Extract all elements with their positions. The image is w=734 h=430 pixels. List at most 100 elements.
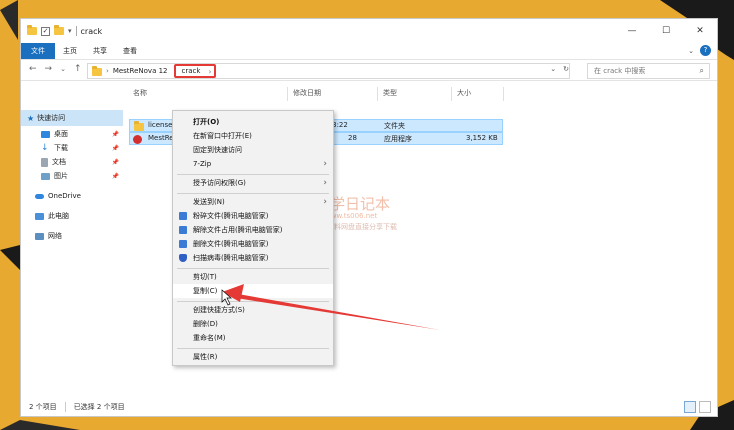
close-button[interactable]: ✕ (683, 19, 717, 43)
menu-item-open[interactable]: 打开(O) (173, 115, 333, 129)
column-divider[interactable] (451, 87, 452, 101)
sidebar-item-label: 快速访问 (37, 114, 66, 122)
sidebar-item-label: 桌面 (54, 130, 68, 138)
column-type[interactable]: 类型 (383, 84, 397, 102)
tab-share[interactable]: 共享 (85, 43, 115, 59)
navigation-buttons: ← → ⌄ ↑ (29, 64, 82, 74)
menu-item-open-new-window[interactable]: 在新窗口中打开(E) (173, 129, 333, 143)
menu-separator (177, 193, 329, 194)
details-view-icon[interactable] (684, 401, 696, 413)
menu-separator (177, 301, 329, 302)
pin-icon[interactable]: 📌 (112, 173, 119, 180)
menu-item-label: 扫描病毒(腾讯电脑管家) (193, 254, 269, 262)
status-divider (64, 402, 66, 412)
menu-item-copy[interactable]: 复制(C) (173, 284, 333, 298)
back-icon[interactable]: ← (29, 64, 37, 74)
folder-icon (134, 121, 144, 131)
title-bar: ✓ ▾ crack — ☐ ✕ (21, 19, 717, 43)
sidebar-item-label: 图片 (54, 172, 68, 180)
menu-item-label: 粉碎文件(腾讯电脑管家) (193, 212, 269, 220)
column-divider[interactable] (287, 87, 288, 101)
menu-item-delete[interactable]: 删除(D) (173, 317, 333, 331)
menu-item-delete-file-guard[interactable]: 删除文件(腾讯电脑管家) (173, 237, 333, 251)
view-toggle (684, 401, 711, 413)
shield-icon (179, 254, 187, 262)
menu-item-create-shortcut[interactable]: 创建快捷方式(S) (173, 303, 333, 317)
window-title: crack (80, 26, 103, 36)
menu-item-scan-virus[interactable]: 扫描病毒(腾讯电脑管家) (173, 251, 333, 265)
folder-icon (27, 25, 37, 35)
sidebar-item-quick-access[interactable]: ★ 快速访问 (21, 110, 123, 126)
customize-toolbar-icon[interactable]: ▾ (68, 27, 72, 35)
menu-item-cut[interactable]: 剪切(T) (173, 270, 333, 284)
maximize-button[interactable]: ☐ (649, 19, 683, 43)
breadcrumb-crack-label: crack (181, 67, 201, 75)
properties-icon[interactable]: ✓ (41, 26, 50, 36)
recent-locations-icon[interactable]: ⌄ (60, 65, 66, 74)
computer-icon (35, 212, 44, 220)
sidebar-item-onedrive[interactable]: OneDrive (21, 188, 81, 204)
minimize-button[interactable]: — (615, 19, 649, 43)
search-placeholder: 在 crack 中搜索 (594, 67, 646, 75)
menu-item-shred-file[interactable]: 粉碎文件(腾讯电脑管家) (173, 209, 333, 223)
quick-access-toolbar: ✓ ▾ (27, 25, 72, 36)
address-dropdown-icon[interactable]: ⌄ (550, 65, 556, 73)
menu-item-pin-quick-access[interactable]: 固定到快速访问 (173, 143, 333, 157)
column-modified[interactable]: 修改日期 (293, 84, 321, 102)
breadcrumb-separator: › (106, 67, 109, 75)
document-icon (41, 157, 48, 167)
search-input[interactable]: 在 crack 中搜索 ⌕ (587, 63, 710, 79)
file-modified: 28 (348, 134, 357, 142)
pin-icon[interactable]: 📌 (112, 145, 119, 152)
star-icon: ★ (27, 113, 35, 123)
breadcrumb-mestrenova[interactable]: MestReNova 12 (113, 67, 168, 75)
large-icons-view-icon[interactable] (699, 401, 711, 413)
menu-item-rename[interactable]: 重命名(M) (173, 331, 333, 345)
selected-count: 已选择 2 个项目 (73, 403, 125, 411)
new-folder-icon[interactable] (54, 25, 64, 35)
column-size[interactable]: 大小 (457, 84, 471, 102)
sidebar-item-network[interactable]: 网络 (21, 228, 62, 244)
file-type: 应用程序 (384, 135, 412, 143)
sidebar-item-label: 文档 (52, 158, 66, 166)
menu-separator (177, 348, 329, 349)
menu-item-give-access[interactable]: 授予访问权限(G) › (173, 176, 333, 190)
column-name[interactable]: 名称 (133, 84, 147, 102)
column-divider[interactable] (377, 87, 378, 101)
submenu-arrow-icon: › (323, 159, 327, 169)
up-icon[interactable]: ↑ (74, 64, 82, 74)
navigation-pane: ★ 快速访问 桌面 📌 ↓ 下载 📌 文档 📌 图片 📌 OneDrive 此电… (21, 81, 123, 401)
tab-file[interactable]: 文件 (21, 43, 55, 59)
address-folder-icon (92, 66, 102, 76)
menu-item-label: 授予访问权限(G) (193, 179, 246, 187)
forward-icon[interactable]: → (45, 64, 53, 74)
refresh-icon[interactable]: ↻ (563, 65, 569, 73)
address-input[interactable]: › MestReNova 12 crack › (87, 63, 570, 79)
item-count: 2 个项目 (29, 403, 57, 411)
breadcrumb-crack-separator: › (208, 68, 212, 76)
search-icon: ⌕ (699, 66, 704, 75)
cloud-icon (35, 193, 44, 199)
menu-item-unlock-file[interactable]: 解除文件占用(腾讯电脑管家) (173, 223, 333, 237)
pin-icon[interactable]: 📌 (112, 159, 119, 166)
window-controls: — ☐ ✕ (615, 19, 717, 43)
pin-icon[interactable]: 📌 (112, 131, 119, 138)
shred-icon (179, 212, 187, 220)
sidebar-item-pictures[interactable]: 图片 📌 (21, 168, 123, 184)
expand-ribbon-icon[interactable]: ⌄ (688, 47, 694, 55)
submenu-arrow-icon: › (323, 178, 327, 188)
tab-view[interactable]: 查看 (115, 43, 145, 59)
file-size: 3,152 KB (466, 134, 498, 142)
menu-item-7zip[interactable]: 7-Zip › (173, 157, 333, 171)
menu-item-label: 发送到(N) (193, 198, 225, 206)
sidebar-item-this-pc[interactable]: 此电脑 (21, 208, 69, 224)
menu-item-properties[interactable]: 属性(R) (173, 350, 333, 364)
breadcrumb-crack[interactable]: crack › (173, 64, 217, 78)
help-icon[interactable]: ? (700, 45, 711, 56)
submenu-arrow-icon: › (323, 197, 327, 207)
menu-item-send-to[interactable]: 发送到(N) › (173, 195, 333, 209)
title-separator (75, 26, 77, 36)
column-divider[interactable] (503, 87, 504, 101)
status-bar: 2 个项目 已选择 2 个项目 (21, 398, 717, 416)
tab-home[interactable]: 主页 (55, 43, 85, 59)
